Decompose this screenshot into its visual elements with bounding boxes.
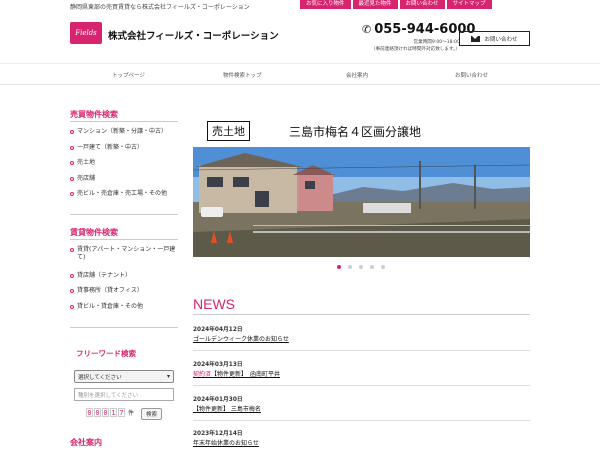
sale-item-shop[interactable]: 売店舗 xyxy=(70,175,182,183)
news-date: 2024年03月13日 xyxy=(193,362,243,368)
rent-item-office[interactable]: 貸事務所（貸オフィス） xyxy=(70,287,182,295)
sale-item-label: 売店舗 xyxy=(77,175,96,182)
rent-search-heading: 賃貸物件検索 xyxy=(70,228,118,237)
news-heading: NEWS xyxy=(193,296,235,312)
slider-dot[interactable] xyxy=(381,265,385,269)
bullet-icon xyxy=(70,146,74,150)
top-links: お気に入り物件 最近見た物件 お問い合わせ サイトマップ xyxy=(300,0,492,9)
news-date: 2024年01月30日 xyxy=(193,397,243,403)
category-select[interactable]: 選択してください xyxy=(74,370,174,383)
divider xyxy=(193,350,530,351)
sale-item-label: 売土地 xyxy=(77,159,96,166)
hours-line2: （事前連絡頂ければ時間外対応致します。） xyxy=(370,47,460,52)
company-logo[interactable]: Fields xyxy=(70,22,102,44)
news-title[interactable]: 【物件更新】 三島市梅名 xyxy=(193,404,261,413)
divider xyxy=(70,121,178,122)
counter-digit: 0 xyxy=(102,408,109,417)
news-tag: 契約済 xyxy=(193,371,212,378)
contact-link[interactable]: お問い合わせ xyxy=(399,0,445,9)
divider xyxy=(193,314,530,315)
sale-item-house[interactable]: 一戸建て（新築・中古） xyxy=(70,144,182,152)
sale-item-building[interactable]: 売ビル・売倉庫・売工場・その他 xyxy=(70,190,182,198)
rent-item-label: 貸店舗（テナント） xyxy=(77,272,132,279)
keyword-input[interactable]: 種別を選択してください xyxy=(74,388,174,401)
hero-slide[interactable]: 売土地 三島市梅名４区画分譲地 xyxy=(193,107,530,257)
rent-item-building[interactable]: 貸ビル・貸倉庫・その他 xyxy=(70,303,182,311)
bullet-icon xyxy=(70,289,74,293)
site-tagline: 静岡県東部の売買賃貸なら株式会社フィールズ・コーポレーション xyxy=(70,4,250,11)
company-name[interactable]: 株式会社フィールズ・コーポレーション xyxy=(108,28,279,42)
divider xyxy=(193,385,530,386)
mail-icon xyxy=(471,35,481,42)
sale-item-label: マンション（新築・分譲・中古） xyxy=(77,128,168,135)
sitemap-link[interactable]: サイトマップ xyxy=(446,0,492,9)
slider-dots xyxy=(337,265,385,269)
counter-digit: 0 xyxy=(94,408,101,417)
freeword-heading: フリーワード検索 xyxy=(76,349,136,358)
favorites-link[interactable]: お気に入り物件 xyxy=(300,0,351,9)
hero-title: 三島市梅名４区画分譲地 xyxy=(289,125,422,139)
slider-dot[interactable] xyxy=(370,265,374,269)
main-nav: トップページ 物件検索トップ 会社案内 お問い合わせ xyxy=(0,63,600,85)
news-title-text: ゴールデンウィーク休業のお知らせ xyxy=(193,336,289,343)
business-hours: 営業時間9:00～18:00 （事前連絡頂ければ時間外対応致します。） xyxy=(352,39,460,53)
page: 静岡県東部の売買賃貸なら株式会社フィールズ・コーポレーション お気に入り物件 最… xyxy=(0,0,600,450)
nav-contact[interactable]: お問い合わせ xyxy=(455,71,488,79)
bullet-icon xyxy=(70,192,74,196)
hero-badge: 売土地 xyxy=(207,121,250,141)
sale-item-label: 売ビル・売倉庫・売工場・その他 xyxy=(77,190,168,197)
phone-icon: ✆ xyxy=(362,23,372,36)
sale-item-label: 一戸建て（新築・中古） xyxy=(77,144,144,151)
rent-item-shop[interactable]: 貸店舗（テナント） xyxy=(70,272,182,280)
nav-search-top[interactable]: 物件検索トップ xyxy=(223,71,262,79)
news-date: 2024年04月12日 xyxy=(193,327,243,333)
counter-digit: 7 xyxy=(118,408,125,417)
result-counter: 0 0 0 1 7 件 xyxy=(86,408,134,417)
slider-dot[interactable] xyxy=(348,265,352,269)
news-title-text: 【物件更新】 三島市梅名 xyxy=(193,406,261,413)
nav-company[interactable]: 会社案内 xyxy=(346,71,368,79)
hours-line1: 営業時間9:00～18:00 xyxy=(413,40,460,45)
sale-item-mansion[interactable]: マンション（新築・分譲・中古） xyxy=(70,128,182,136)
slider-dot[interactable] xyxy=(359,265,363,269)
divider xyxy=(70,327,178,328)
rent-item-label: 貸ビル・貸倉庫・その他 xyxy=(77,303,144,310)
contact-button-label: お問い合わせ xyxy=(484,36,518,43)
bullet-icon xyxy=(70,130,74,134)
rent-item-label: 貸事務所（貸オフィス） xyxy=(77,287,143,294)
bullet-icon xyxy=(70,305,74,309)
divider xyxy=(193,420,530,421)
news-date: 2023年12月14日 xyxy=(193,431,243,437)
divider xyxy=(70,214,178,215)
sale-search-heading: 売買物件検索 xyxy=(70,110,118,119)
rent-item-label: 賃貸(アパート・マンション・一戸建て) xyxy=(77,246,176,261)
slider-dot-active[interactable] xyxy=(337,265,341,269)
company-heading: 会社案内 xyxy=(70,438,102,447)
contact-button[interactable]: お問い合わせ xyxy=(459,31,530,46)
counter-unit: 件 xyxy=(128,410,135,417)
news-title[interactable]: 契約済【物件更新】 函南町平井 xyxy=(193,369,280,378)
counter-digit: 0 xyxy=(86,408,93,417)
sale-item-land[interactable]: 売土地 xyxy=(70,159,182,167)
news-title[interactable]: 年末年始休業のお知らせ xyxy=(193,438,259,447)
bullet-icon xyxy=(70,248,74,252)
search-button[interactable]: 検索 xyxy=(141,408,162,420)
divider xyxy=(70,239,178,240)
bullet-icon xyxy=(70,177,74,181)
rent-item-apartment[interactable]: 賃貸(アパート・マンション・一戸建て) xyxy=(70,246,178,262)
bullet-icon xyxy=(70,161,74,165)
nav-top[interactable]: トップページ xyxy=(112,71,145,79)
recently-viewed-link[interactable]: 最近見た物件 xyxy=(352,0,398,9)
counter-digit: 1 xyxy=(110,408,117,417)
news-title-text: 年末年始休業のお知らせ xyxy=(193,440,259,447)
bullet-icon xyxy=(70,274,74,278)
news-title-text: 【物件更新】 函南町平井 xyxy=(211,371,281,378)
news-title[interactable]: ゴールデンウィーク休業のお知らせ xyxy=(193,334,289,343)
